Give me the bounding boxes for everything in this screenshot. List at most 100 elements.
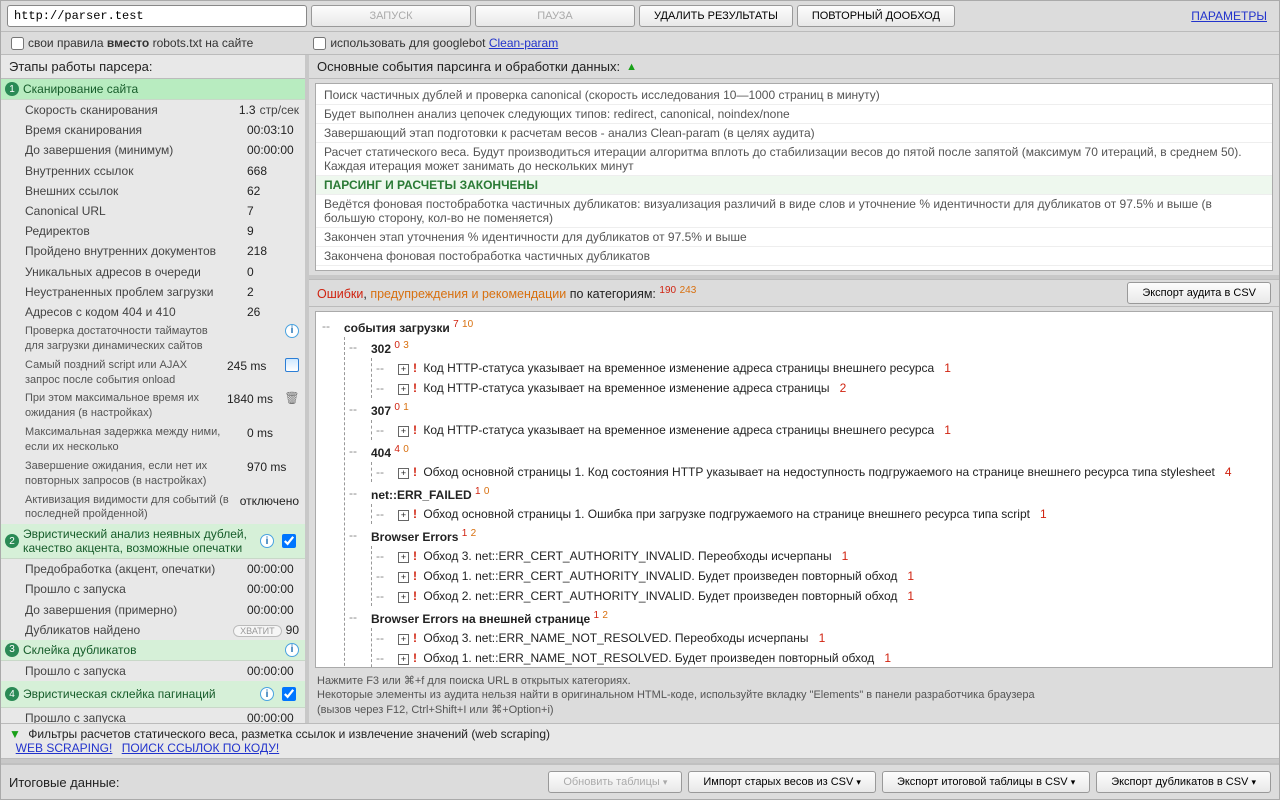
topbar: ЗАПУСК ПАУЗА УДАЛИТЬ РЕЗУЛЬТАТЫ ПОВТОРНЫ…	[1, 1, 1279, 32]
stat-row: Canonical URL 7	[1, 201, 305, 221]
url-input[interactable]	[7, 5, 307, 27]
info-icon[interactable]: i	[285, 324, 299, 338]
tree-leaf[interactable]: +! Обход 2. net::ERR_CERT_AUTHORITY_INVA…	[394, 586, 1266, 606]
warning-icon: !	[413, 465, 417, 479]
audit-box[interactable]: события загрузки 7 10 302 0 3 +! Код HTT…	[315, 311, 1273, 668]
stage-number-icon: 1	[5, 82, 19, 96]
link-search-link[interactable]: ПОИСК ССЫЛОК ПО КОДУ!	[122, 741, 280, 755]
run-button[interactable]: ЗАПУСК	[311, 5, 471, 27]
tree-leaf[interactable]: +! Код HTTP-статуса указывает на временн…	[394, 378, 1266, 398]
export-final-button[interactable]: Экспорт итоговой таблицы в CSV ▾	[882, 771, 1090, 793]
export-dup-button[interactable]: Экспорт дубликатов в CSV ▾	[1096, 771, 1271, 793]
triangle-up-icon: ▲	[626, 61, 637, 73]
stop-pill[interactable]: ХВАТИТ	[233, 625, 281, 637]
tree-category[interactable]: 307 0 1 +! Код HTTP-статуса указывает на…	[367, 399, 1266, 441]
expand-icon[interactable]: +	[398, 592, 409, 603]
export-audit-button[interactable]: Экспорт аудита в CSV	[1127, 282, 1271, 304]
screen-icon[interactable]	[285, 358, 299, 372]
warning-icon: !	[413, 569, 417, 583]
expand-icon[interactable]: +	[398, 510, 409, 521]
warning-icon: !	[413, 631, 417, 645]
tree-leaf[interactable]: +! Обход основной страницы 1. Код состоя…	[394, 462, 1266, 482]
stat-row: Редиректов 9	[1, 221, 305, 241]
filter-strip: ▼ Фильтры расчетов статического веса, ра…	[1, 723, 1279, 759]
googlebot-checkbox[interactable]: использовать для googlebot Clean-param	[313, 36, 558, 50]
left-panel-header: Этапы работы парсера:	[1, 55, 305, 79]
tree-root[interactable]: события загрузки 7 10 302 0 3 +! Код HTT…	[340, 316, 1266, 668]
stage-number-icon: 3	[5, 643, 19, 657]
recrawl-button[interactable]: ПОВТОРНЫЙ ДООБХОД	[797, 5, 955, 27]
chevron-down-icon: ▾	[856, 777, 861, 787]
expand-icon[interactable]: +	[398, 572, 409, 583]
right-panel: Основные события парсинга и обработки да…	[309, 55, 1279, 723]
refresh-tables-button[interactable]: Обновить таблицы ▾	[548, 771, 682, 793]
tree-leaf[interactable]: +! Код HTTP-статуса указывает на временн…	[394, 420, 1266, 440]
own-rules-checkbox[interactable]: свои правила вместо robots.txt на сайте	[11, 36, 253, 50]
triangle-down-icon[interactable]: ▼	[9, 727, 21, 741]
chevron-down-icon: ▾	[663, 777, 668, 787]
tree-category[interactable]: Browser Errors на внешней странице 1 2 +…	[367, 607, 1266, 668]
log-line: Закончен этап уточнения % идентичности д…	[316, 228, 1272, 247]
chevron-down-icon: ▾	[1071, 777, 1076, 787]
log-box[interactable]: Поиск частичных дублей и проверка canoni…	[315, 83, 1273, 271]
import-weights-button[interactable]: Импорт старых весов из CSV ▾	[688, 771, 876, 793]
stat-row: Максимальная задержка между ними, если и…	[1, 423, 305, 457]
warning-icon: !	[413, 381, 417, 395]
tree-leaf[interactable]: +! Обход 1. net::ERR_CERT_AUTHORITY_INVA…	[394, 566, 1266, 586]
audit-header: Ошибки, предупреждения и рекомендации по…	[309, 279, 1279, 307]
info-icon[interactable]: i	[285, 643, 299, 657]
warning-icon: !	[413, 651, 417, 665]
bottom-bar: Итоговые данные: Обновить таблицы ▾ Импо…	[1, 763, 1279, 799]
chevron-down-icon: ▾	[1251, 777, 1256, 787]
log-line: Будет выполнен анализ цепочек следующих …	[316, 105, 1272, 124]
stat-row: При этом максимальное время их ожидания …	[1, 389, 305, 423]
stage-toggle[interactable]	[282, 534, 296, 548]
info-icon[interactable]: i	[260, 687, 274, 701]
stat-row: Скорость сканирования 1.3стр/сек	[1, 100, 305, 120]
tree-leaf[interactable]: +! Обход 3. net::ERR_CERT_AUTHORITY_INVA…	[394, 546, 1266, 566]
stat-row: Дубликатов найдено ХВАТИТ90	[1, 620, 305, 640]
stage-toggle[interactable]	[282, 687, 296, 701]
log-line: Ведётся фоновая постобработка частичных …	[316, 195, 1272, 228]
stat-row: Время сканирования 00:03:10	[1, 120, 305, 140]
stat-row: Прошло с запуска 00:00:00	[1, 661, 305, 681]
stage-number-icon: 2	[5, 534, 19, 548]
tree-category[interactable]: net::ERR_FAILED 1 0 +! Обход основной ст…	[367, 483, 1266, 525]
tree-category[interactable]: Browser Errors 1 2 +! Обход 3. net::ERR_…	[367, 525, 1266, 607]
stat-row: Пройдено внутренних документов 218	[1, 241, 305, 261]
tree-leaf[interactable]: +! Код HTTP-статуса указывает на временн…	[394, 358, 1266, 378]
pause-button[interactable]: ПАУЗА	[475, 5, 635, 27]
expand-icon[interactable]: +	[398, 364, 409, 375]
expand-icon[interactable]: +	[398, 384, 409, 395]
stage-title[interactable]: 4 Эвристическая склейка пагинацийi	[1, 681, 305, 708]
tree-leaf[interactable]: +! Обход 1. net::ERR_NAME_NOT_RESOLVED. …	[394, 648, 1266, 668]
stat-row: Активизация видимости для событий (в пос…	[1, 491, 305, 525]
trash-icon[interactable]: 🗑	[285, 391, 299, 405]
stat-row: Прошло с запуска 00:00:00	[1, 708, 305, 723]
tree-category[interactable]: 302 0 3 +! Код HTTP-статуса указывает на…	[367, 337, 1266, 399]
stat-row: Самый поздний script или AJAX запрос пос…	[1, 356, 305, 390]
log-line: Завершающий этап подготовки к расчетам в…	[316, 124, 1272, 143]
info-icon[interactable]: i	[260, 534, 274, 548]
tree-leaf[interactable]: +! Обход основной страницы 1. Ошибка при…	[394, 504, 1266, 524]
stat-row: Предобработка (акцент, опечатки) 00:00:0…	[1, 559, 305, 579]
expand-icon[interactable]: +	[398, 654, 409, 665]
tree-leaf[interactable]: +! Обход 3. net::ERR_NAME_NOT_RESOLVED. …	[394, 628, 1266, 648]
expand-icon[interactable]: +	[398, 426, 409, 437]
tree-category[interactable]: 404 4 0 +! Обход основной страницы 1. Ко…	[367, 441, 1266, 483]
warning-icon: !	[413, 549, 417, 563]
expand-icon[interactable]: +	[398, 552, 409, 563]
params-link[interactable]: ПАРАМЕТРЫ	[1191, 9, 1267, 23]
delete-results-button[interactable]: УДАЛИТЬ РЕЗУЛЬТАТЫ	[639, 5, 793, 27]
expand-icon[interactable]: +	[398, 634, 409, 645]
log-line: Поиск частичных дублей и проверка canoni…	[316, 86, 1272, 105]
stage-number-icon: 4	[5, 687, 19, 701]
stage-title[interactable]: 2 Эвристический анализ неявных дублей, к…	[1, 524, 305, 559]
stage-title[interactable]: 1 Сканирование сайта	[1, 79, 305, 100]
expand-icon[interactable]: +	[398, 468, 409, 479]
web-scraping-link[interactable]: WEB SCRAPING!	[16, 741, 113, 755]
stage-title[interactable]: 3 Склейка дубликатовi	[1, 640, 305, 661]
clean-param-link[interactable]: Clean-param	[489, 36, 558, 50]
stat-row: Завершение ожидания, если нет их повторн…	[1, 457, 305, 491]
stat-row: Внутренних ссылок 668	[1, 161, 305, 181]
